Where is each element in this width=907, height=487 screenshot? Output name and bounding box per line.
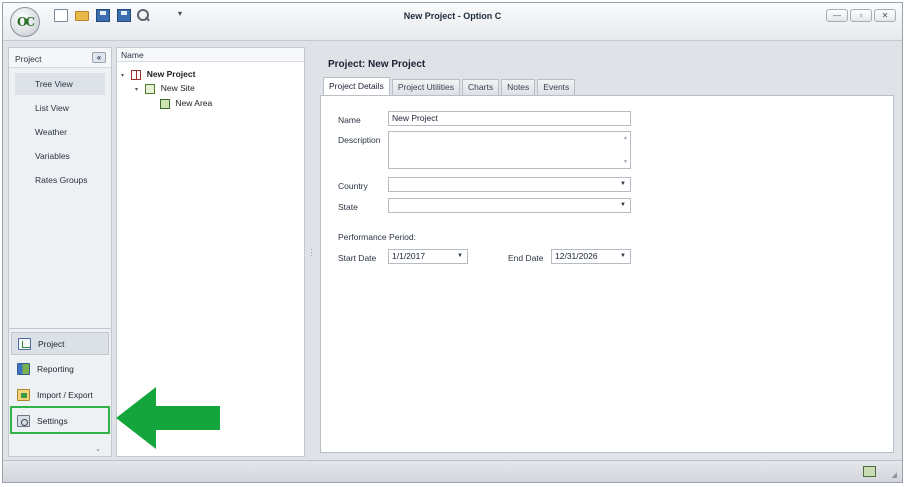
annotation-arrow-icon xyxy=(116,387,220,449)
expand-toggle-icon[interactable]: ▾ xyxy=(121,69,129,83)
nav-group-label: Project xyxy=(38,339,65,349)
site-icon xyxy=(145,83,156,94)
scroll-down-icon[interactable]: ▼ xyxy=(623,159,628,165)
more-groups-chevron-icon[interactable]: ⌄ xyxy=(95,445,101,453)
title-bar: OC ▾ New Project - Option C — ▫ ✕ xyxy=(3,3,902,41)
window-title: New Project - Option C xyxy=(403,11,502,21)
description-field[interactable]: ▲ ▼ xyxy=(388,131,631,169)
nav-group-label: Import / Export xyxy=(37,390,93,400)
project-icon xyxy=(18,338,31,350)
tab-charts[interactable]: Charts xyxy=(462,79,500,95)
dropdown-arrow-icon: ▼ xyxy=(457,253,463,259)
dropdown-arrow-icon: ▼ xyxy=(620,181,626,187)
collapse-panel-button[interactable]: « xyxy=(92,52,106,63)
import-export-icon xyxy=(17,389,30,401)
nav-header: Project « xyxy=(9,48,111,68)
tab-events[interactable]: Events xyxy=(537,79,576,95)
expand-toggle-icon[interactable]: ▾ xyxy=(135,83,143,97)
splitter-handle[interactable]: · · · xyxy=(310,246,314,260)
dropdown-arrow-icon: ▼ xyxy=(620,202,626,208)
area-icon xyxy=(160,98,170,109)
country-select[interactable]: ▼ xyxy=(388,177,631,192)
state-select[interactable]: ▼ xyxy=(388,198,631,213)
tab-project-utilities[interactable]: Project Utilities xyxy=(391,79,461,95)
tree-column-header[interactable]: Name xyxy=(117,48,304,62)
arrow-shape xyxy=(116,387,220,449)
nav-item-weather[interactable]: Weather xyxy=(15,121,105,143)
scroll-up-icon[interactable]: ▲ xyxy=(623,135,628,141)
name-label: Name xyxy=(338,115,361,125)
project-details-form: Name New Project Description ▲ ▼ Country… xyxy=(320,95,894,453)
start-date-value: 1/1/2017 xyxy=(392,251,426,261)
tab-project-details[interactable]: Project Details xyxy=(323,77,390,95)
dropdown-arrow-icon: ▼ xyxy=(620,253,626,259)
nav-group-import-export[interactable]: Import / Export xyxy=(11,384,109,407)
tree-node-project[interactable]: ▾ New Project xyxy=(121,67,195,81)
window-controls: — ▫ ✕ xyxy=(824,9,896,22)
end-date-value: 12/31/2026 xyxy=(555,251,598,261)
nav-group-reporting[interactable]: Reporting xyxy=(11,358,109,381)
nav-header-label: Project xyxy=(15,54,42,64)
minimize-button[interactable]: — xyxy=(826,9,848,22)
navigation-panel: Project « Tree View List View Weather Va… xyxy=(8,47,112,457)
settings-highlight-box xyxy=(10,406,110,434)
tree-node-site[interactable]: ▾ New Site xyxy=(135,81,195,95)
nav-item-tree-view[interactable]: Tree View xyxy=(15,73,105,95)
tree-node-label: New Site xyxy=(160,83,195,93)
state-label: State xyxy=(338,202,358,212)
country-label: Country xyxy=(338,181,368,191)
end-date-picker[interactable]: 12/31/2026 ▼ xyxy=(551,249,631,264)
restore-button[interactable]: ▫ xyxy=(850,9,872,22)
reporting-icon xyxy=(17,363,30,375)
nav-group-list: Project Reporting Import / Export Settin… xyxy=(9,328,111,456)
end-date-label: End Date xyxy=(508,253,544,263)
page-title: Project: New Project xyxy=(328,59,426,70)
nav-group-label: Reporting xyxy=(37,364,74,374)
close-button[interactable]: ✕ xyxy=(874,9,896,22)
tree-node-label: New Area xyxy=(175,98,213,108)
tab-notes[interactable]: Notes xyxy=(501,79,536,95)
tree-node-area[interactable]: New Area xyxy=(160,96,212,110)
status-bar: ◢ xyxy=(3,460,902,482)
tab-strip: Project Details Project Utilities Charts… xyxy=(323,77,577,95)
layout-toggle-icon[interactable] xyxy=(863,466,876,477)
project-book-icon xyxy=(131,69,142,80)
name-field[interactable]: New Project xyxy=(388,111,631,126)
resize-grip-icon[interactable]: ◢ xyxy=(892,471,897,479)
description-label: Description xyxy=(338,135,381,145)
nav-item-variables[interactable]: Variables xyxy=(15,145,105,167)
main-panel: Project: New Project Project Details Pro… xyxy=(319,47,895,457)
nav-item-rates-groups[interactable]: Rates Groups xyxy=(15,169,105,191)
start-date-label: Start Date xyxy=(338,253,377,263)
nav-group-project[interactable]: Project xyxy=(11,332,109,355)
tree-node-label: New Project xyxy=(146,69,196,79)
nav-item-list-view[interactable]: List View xyxy=(15,97,105,119)
start-date-picker[interactable]: 1/1/2017 ▼ xyxy=(388,249,468,264)
nav-item-list: Tree View List View Weather Variables Ra… xyxy=(9,68,111,191)
performance-period-label: Performance Period: xyxy=(338,232,416,242)
